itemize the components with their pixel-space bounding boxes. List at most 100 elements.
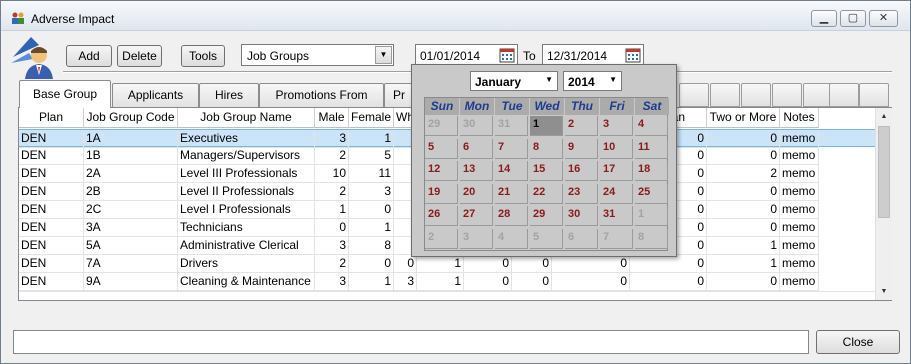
scroll-thumb[interactable] [878, 126, 890, 218]
status-field[interactable] [13, 330, 809, 354]
column-header[interactable]: Job Group Name [178, 108, 315, 128]
calendar-year-select[interactable]: 2014 ▼ [563, 71, 622, 91]
column-header[interactable]: Plan [19, 108, 84, 128]
calendar-day[interactable]: 17 [600, 161, 633, 181]
calendar-day[interactable]: 31 [600, 206, 633, 226]
vertical-scrollbar[interactable]: ▲ ▼ [875, 108, 892, 300]
tab-promotions-from[interactable]: Promotions From [259, 83, 384, 107]
table-cell: 3A [84, 219, 178, 237]
calendar-day[interactable]: 18 [635, 161, 668, 181]
table-row[interactable]: DEN 7A Drivers 2 0 0 1 0 0 0 0 1 memo [19, 255, 875, 273]
calendar-day[interactable]: 26 [425, 206, 458, 226]
calendar-day[interactable]: 23 [565, 183, 598, 204]
calendar-day[interactable]: 25 [635, 183, 668, 204]
table-cell: memo [780, 165, 819, 183]
calendar-day[interactable]: 11 [635, 138, 668, 159]
tools-button[interactable]: Tools [181, 45, 225, 67]
table-cell: DEN [19, 130, 84, 148]
maximize-button[interactable]: ▢ [840, 10, 866, 27]
calendar-day[interactable]: 7 [600, 228, 633, 249]
table-cell: DEN [19, 183, 84, 201]
column-header[interactable]: Male [315, 108, 349, 128]
calendar-day[interactable]: 29 [530, 206, 563, 226]
table-row[interactable]: DEN 9A Cleaning & Maintenance 3 1 3 1 0 0 0 0 0 memo [19, 273, 875, 291]
tab-applicants[interactable]: Applicants [112, 83, 199, 107]
close-button[interactable]: Close [816, 330, 900, 354]
calendar-day[interactable]: 15 [530, 161, 563, 181]
window-close-button[interactable]: ✕ [869, 10, 898, 27]
table-cell: memo [780, 237, 819, 255]
calendar-day[interactable]: 4 [495, 228, 528, 249]
calendar-day[interactable]: 8 [530, 138, 563, 159]
calendar-day[interactable]: 31 [495, 116, 528, 136]
calendar-weekday: Thu [565, 98, 600, 115]
calendar-day[interactable]: 30 [460, 116, 493, 136]
table-cell: 1 [707, 255, 780, 273]
calendar-day[interactable]: 5 [425, 138, 458, 159]
calendar-day[interactable]: 3 [600, 116, 633, 136]
calendar-icon[interactable] [625, 47, 641, 63]
calendar-day[interactable]: 13 [460, 161, 493, 181]
chevron-down-icon[interactable]: ▼ [375, 46, 392, 64]
table-cell: 0 [512, 273, 552, 291]
calendar-day[interactable]: 27 [460, 206, 493, 226]
tab-blank[interactable] [679, 83, 709, 107]
calendar-day[interactable]: 20 [460, 183, 493, 204]
delete-button[interactable]: Delete [117, 45, 162, 67]
calendar-day[interactable]: 16 [565, 161, 598, 181]
table-cell: 0 [707, 201, 780, 219]
calendar-day[interactable]: 1 [635, 206, 668, 226]
column-header[interactable]: Female [349, 108, 394, 128]
date-from-field[interactable]: 01/01/2014 [415, 44, 518, 66]
calendar-day[interactable]: 14 [495, 161, 528, 181]
table-cell: 1 [349, 219, 394, 237]
table-cell: 11 [349, 165, 394, 183]
table-cell: memo [780, 201, 819, 219]
tab-blank[interactable] [772, 83, 802, 107]
tab-blank[interactable] [741, 83, 771, 107]
tab-blank[interactable] [859, 83, 889, 107]
calendar-day[interactable]: 29 [425, 116, 458, 136]
calendar-day[interactable]: 3 [460, 228, 493, 249]
calendar-day[interactable]: 5 [530, 228, 563, 249]
calendar-day[interactable]: 2 [425, 228, 458, 249]
column-header[interactable]: Job Group Code [84, 108, 178, 128]
table-cell: DEN [19, 201, 84, 219]
calendar-day[interactable]: 24 [600, 183, 633, 204]
tab-hires[interactable]: Hires [199, 83, 259, 107]
column-header[interactable]: Two or More [707, 108, 780, 128]
calendar-day[interactable]: 6 [565, 228, 598, 249]
calendar-icon[interactable] [499, 47, 515, 63]
calendar-day[interactable]: 9 [565, 138, 598, 159]
column-header[interactable]: Notes [780, 108, 819, 128]
table-cell: DEN [19, 273, 84, 291]
scroll-down-icon[interactable]: ▼ [876, 283, 892, 300]
calendar-day[interactable]: 2 [565, 116, 598, 136]
tab-base-group[interactable]: Base Group [19, 80, 111, 108]
tab-blank[interactable] [710, 83, 740, 107]
calendar-day[interactable]: 4 [635, 116, 668, 136]
calendar-day[interactable]: 10 [600, 138, 633, 159]
add-button[interactable]: Add [66, 45, 112, 67]
calendar-day[interactable]: 22 [530, 183, 563, 204]
group-type-select[interactable]: Job Groups ▼ [241, 44, 394, 66]
calendar-month-select[interactable]: January ▼ [470, 71, 558, 91]
calendar-day[interactable]: 8 [635, 228, 668, 249]
table-cell: 0 [464, 273, 512, 291]
calendar-day[interactable]: 7 [495, 138, 528, 159]
calendar-day[interactable]: 30 [565, 206, 598, 226]
date-to-field[interactable]: 12/31/2014 [542, 44, 644, 66]
table-cell: DEN [19, 165, 84, 183]
calendar-day[interactable]: 12 [425, 161, 458, 181]
calendar-day[interactable]: 1 [530, 116, 563, 136]
table-cell: 2C [84, 201, 178, 219]
tab-blank[interactable] [829, 83, 859, 107]
calendar-day[interactable]: 6 [460, 138, 493, 159]
calendar-day[interactable]: 21 [495, 183, 528, 204]
calendar-day[interactable]: 28 [495, 206, 528, 226]
scroll-up-icon[interactable]: ▲ [876, 108, 892, 125]
minimize-button[interactable]: ▁ [811, 10, 837, 27]
tab-promotions-to[interactable]: Pr [384, 83, 414, 107]
table-cell: 3 [349, 183, 394, 201]
calendar-day[interactable]: 19 [425, 183, 458, 204]
